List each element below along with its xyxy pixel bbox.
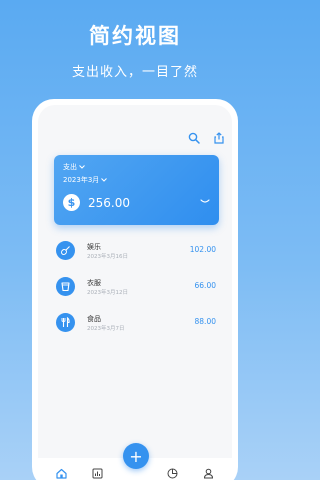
record-category: 衣服 xyxy=(87,279,101,287)
record-date: 2023年3月12日 xyxy=(87,290,128,296)
cup-icon xyxy=(56,277,75,296)
type-dropdown[interactable]: 支出 xyxy=(63,162,85,172)
record-category: 食品 xyxy=(87,315,101,323)
promo-subtitle: 支出收入，一目了然 xyxy=(71,65,198,80)
balance-card: 支出 2023年3月 $ 256.00 xyxy=(54,155,219,225)
expand-icon[interactable] xyxy=(200,199,210,205)
record-amount: 102.00 xyxy=(189,245,216,254)
chevron-down-icon xyxy=(101,178,108,182)
record-category: 娱乐 xyxy=(87,243,101,251)
chevron-down-icon xyxy=(79,165,85,169)
list-item[interactable]: 食品 2023年3月7日 88.00 xyxy=(54,311,219,341)
utensils-icon xyxy=(56,313,75,332)
promo-title: 简约视图 xyxy=(89,24,181,48)
stats-icon[interactable] xyxy=(92,468,103,479)
app-screen: 支出 2023年3月 $ 256.00 娱乐 2023年3月16日 102.00… xyxy=(38,105,232,480)
share-icon[interactable] xyxy=(213,132,225,144)
list-item[interactable]: 衣服 2023年3月12日 66.00 xyxy=(54,275,219,305)
list-item[interactable]: 娱乐 2023年3月16日 102.00 xyxy=(54,239,219,269)
total-amount: 256.00 xyxy=(88,196,130,210)
search-icon[interactable] xyxy=(188,132,200,144)
record-amount: 88.00 xyxy=(194,317,216,326)
type-label: 支出 xyxy=(63,163,77,171)
record-date: 2023年3月7日 xyxy=(87,326,125,332)
add-record-button[interactable]: + xyxy=(123,443,149,469)
chart-icon[interactable] xyxy=(167,468,178,479)
record-date: 2023年3月16日 xyxy=(87,254,128,260)
month-dropdown[interactable]: 2023年3月 xyxy=(63,175,108,185)
phone-frame: 支出 2023年3月 $ 256.00 娱乐 2023年3月16日 102.00… xyxy=(32,99,238,480)
month-label: 2023年3月 xyxy=(63,176,100,184)
dollar-icon: $ xyxy=(63,194,80,211)
guitar-icon xyxy=(56,241,75,260)
record-amount: 66.00 xyxy=(194,281,216,290)
home-icon[interactable] xyxy=(56,468,67,479)
profile-icon[interactable] xyxy=(203,468,214,479)
